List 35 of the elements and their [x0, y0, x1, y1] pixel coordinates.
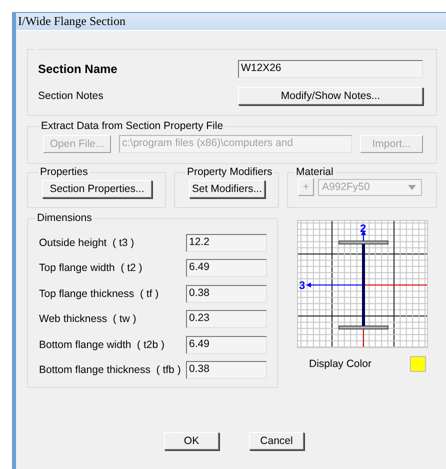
dimension-field[interactable]: 0.38 [186, 361, 267, 380]
axis-line [363, 328, 364, 347]
cancel-button[interactable]: Cancel [249, 432, 304, 450]
dimension-label: Web thickness ( tw ) [39, 313, 136, 326]
section-name-label: Section Name [38, 62, 118, 76]
group-label: Material [296, 166, 334, 178]
section-properties-button[interactable]: Section Properties... [42, 180, 152, 198]
dimension-label: Bottom flange thickness ( tfb ) [39, 364, 181, 376]
window-title: I/Wide Flange Section [16, 13, 446, 30]
dimension-label: Bottom flange width ( t2b ) [39, 338, 164, 351]
section-name-field[interactable]: W12X26 [238, 60, 423, 78]
set-modifiers-button[interactable]: Set Modifiers... [189, 180, 265, 198]
axis-label: 2 [360, 223, 366, 235]
section-notes-label: Section Notes [38, 90, 104, 102]
notes-button[interactable]: Modify/Show Notes... [238, 87, 423, 105]
dimension-field[interactable]: 0.38 [186, 284, 267, 303]
ok-button[interactable]: OK [164, 432, 219, 450]
axis-line [364, 284, 427, 286]
group-label: Dimensions [37, 212, 92, 224]
axis-arrow [306, 282, 364, 288]
axis-label: 3 [299, 280, 306, 292]
display-color-label: Display Color [309, 358, 372, 370]
dimension-field[interactable]: 6.49 [186, 336, 267, 354]
dimension-field[interactable]: 12.2 [186, 234, 267, 252]
dimension-field[interactable]: 6.49 [186, 259, 267, 278]
dimension-label: Top flange thickness ( tf ) [39, 288, 159, 300]
color-swatch[interactable] [410, 356, 426, 372]
caret-icon [408, 184, 416, 190]
dimension-label: Outside height ( t3 ) [39, 236, 134, 249]
axis-arrow [361, 230, 366, 242]
dimension-label: Top flange width ( t2 ) [39, 262, 142, 274]
group-label: Properties [40, 166, 88, 178]
group-label: Property Modifiers [187, 166, 272, 178]
group-label: Extract Data from Section Property File [41, 120, 224, 132]
dimension-field[interactable]: 0.23 [186, 310, 267, 328]
